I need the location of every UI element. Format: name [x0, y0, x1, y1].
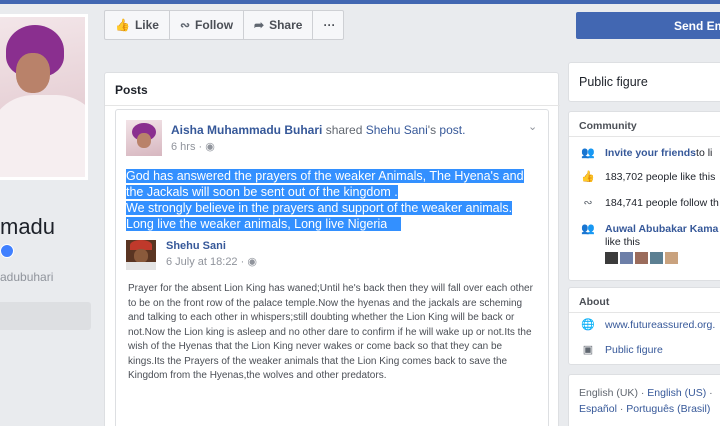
shared-post-timestamp[interactable]: 6 July at 18:22 · ◉ [166, 255, 257, 268]
rss-icon: ∾ [179, 18, 191, 32]
friend-avatars [605, 252, 680, 264]
language-card: English (UK) · English (US) · Español · … [568, 374, 720, 426]
rss-icon: ∾ [583, 197, 593, 209]
about-card: About 🌐 www.futureassured.org. ▣ Public … [568, 287, 720, 365]
friend-name-link[interactable]: Auwal Abubakar Kama [605, 223, 718, 235]
friend-avatar[interactable] [665, 252, 678, 264]
post-author-avatar[interactable] [126, 120, 162, 156]
people-icon: 👥 [581, 147, 595, 159]
community-heading: Community [579, 120, 637, 132]
globe-icon: 🌐 [581, 319, 595, 331]
page-likes-row: 👍 183,702 people like this [579, 170, 715, 184]
shared-post-body: Prayer for the absent Lion King has wane… [128, 283, 533, 381]
left-nav-active-item[interactable] [0, 302, 91, 330]
friend-avatar[interactable] [650, 252, 663, 264]
friends-like-row: 👥 Auwal Abubakar Kama [579, 222, 718, 236]
friends-like-suffix: like this [605, 236, 641, 248]
share-page-button[interactable]: ➦ Share [244, 11, 314, 39]
like-page-button[interactable]: 👍 Like [105, 11, 170, 39]
posts-section: Posts Aisha Muhammadu Buhari shared Sheh… [104, 72, 560, 426]
shared-author-link[interactable]: Shehu Sani [366, 123, 428, 137]
people-icon: 👥 [581, 223, 595, 235]
more-options-button[interactable]: ··· [313, 11, 345, 39]
post-options-chevron-icon[interactable]: ⌄ [528, 120, 537, 133]
category-link[interactable]: Public figure [605, 344, 663, 356]
profile-column: madu adubuhari [0, 4, 92, 426]
community-card: Community 👥 Invite your friends to li 👍 … [568, 111, 720, 281]
share-arrow-icon: ➦ [254, 18, 265, 32]
globe-icon: ◉ [205, 141, 215, 153]
profile-name[interactable]: madu [0, 214, 55, 240]
thumbs-up-icon: 👍 [115, 18, 130, 32]
language-espanol[interactable]: Español [579, 403, 617, 415]
badge-icon: ▣ [582, 344, 594, 356]
divider [105, 105, 560, 106]
shared-post-link[interactable]: post. [439, 123, 465, 137]
follow-page-button[interactable]: ∾ Follow [170, 11, 245, 39]
profile-picture[interactable] [0, 14, 88, 180]
shared-author-avatar[interactable] [126, 240, 156, 270]
shared-post-author[interactable]: Shehu Sani [166, 240, 226, 252]
shared-post: Shehu Sani 6 July at 18:22 · ◉ Prayer fo… [126, 240, 540, 426]
page-action-bar: 👍 Like ∾ Follow ➦ Share ··· [104, 10, 344, 40]
send-email-button[interactable]: Send Em [576, 12, 720, 39]
page-category: Public figure [579, 75, 648, 89]
current-language: English (UK) [579, 387, 638, 399]
language-english-us[interactable]: English (US) [647, 387, 706, 399]
category-row: ▣ Public figure [579, 343, 663, 357]
invite-friends-row: 👥 Invite your friends to li [579, 146, 712, 160]
friend-avatar[interactable] [605, 252, 618, 264]
post-timestamp[interactable]: 6 hrs · ◉ [171, 140, 215, 153]
top-navigation-bar [0, 0, 720, 4]
invite-friends-link[interactable]: Invite your friends [605, 147, 696, 159]
posts-heading: Posts [115, 83, 148, 97]
thumbs-up-icon: 👍 [581, 171, 595, 183]
post-header: Aisha Muhammadu Buhari shared Shehu Sani… [171, 123, 466, 137]
about-heading: About [579, 296, 610, 308]
verified-badge-icon [0, 244, 14, 258]
profile-username[interactable]: adubuhari [0, 270, 53, 284]
ellipsis-icon: ··· [323, 18, 336, 32]
page-category-card: Public figure [568, 62, 720, 102]
website-link[interactable]: www.futureassured.org. [605, 319, 715, 331]
language-portugues[interactable]: Português (Brasil) [626, 403, 710, 415]
website-row: 🌐 www.futureassured.org. [579, 318, 715, 332]
post-text-selected[interactable]: God has answered the prayers of the weak… [126, 168, 546, 232]
post-author-link[interactable]: Aisha Muhammadu Buhari [171, 123, 322, 137]
friend-avatar[interactable] [635, 252, 648, 264]
feed-post: Aisha Muhammadu Buhari shared Shehu Sani… [115, 109, 549, 426]
friend-avatar[interactable] [620, 252, 633, 264]
globe-icon: ◉ [247, 256, 257, 268]
page-follows-row: ∾ 184,741 people follow th [579, 196, 718, 210]
